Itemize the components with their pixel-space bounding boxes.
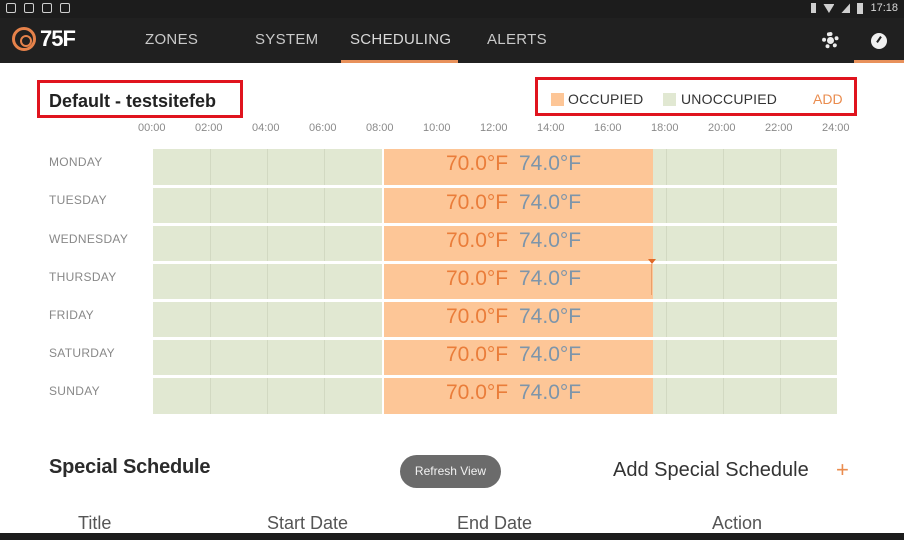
cooling-setpoint: 74.0°F: [519, 267, 582, 290]
bottom-nav-bar: [0, 533, 904, 540]
cooling-setpoint: 74.0°F: [519, 191, 582, 214]
occupied-block-thursday[interactable]: 70.0°F 74.0°F: [383, 264, 653, 300]
day-label-sunday: SUNDAY: [49, 384, 100, 398]
day-label-thursday: THURSDAY: [49, 270, 117, 284]
resize-handle-icon[interactable]: [648, 259, 656, 264]
dashboard-icon: [871, 33, 887, 49]
heating-setpoint: 70.0°F: [446, 305, 509, 328]
notification-n-icon: [24, 3, 34, 13]
row-separator: [153, 299, 837, 302]
sync-icon: [42, 3, 52, 13]
add-special-schedule-button[interactable]: Add Special Schedule: [613, 459, 809, 482]
occupied-swatch: [551, 93, 564, 106]
top-nav: 75F ZONES SYSTEM SCHEDULING ALERTS: [0, 18, 904, 63]
time-label: 06:00: [309, 122, 337, 134]
bluetooth-icon: [811, 3, 817, 13]
time-label: 16:00: [594, 122, 622, 134]
time-label: 18:00: [651, 122, 679, 134]
occupied-start-divider: [382, 149, 384, 414]
status-time: 17:18: [870, 2, 898, 14]
row-separator: [153, 375, 837, 378]
column-header-end-date: End Date: [457, 513, 533, 533]
heating-setpoint: 70.0°F: [446, 343, 509, 366]
occupied-block-tuesday[interactable]: 70.0°F 74.0°F: [383, 188, 653, 224]
time-label: 02:00: [195, 122, 223, 134]
heating-setpoint: 70.0°F: [446, 152, 509, 175]
time-label: 14:00: [537, 122, 565, 134]
cooling-setpoint: 74.0°F: [519, 305, 582, 328]
unoccupied-label: UNOCCUPIED: [681, 91, 778, 107]
day-label-wednesday: WEDNESDAY: [49, 232, 129, 246]
day-label-friday: FRIDAY: [49, 308, 94, 322]
occupied-block-friday[interactable]: 70.0°F 74.0°F: [383, 302, 653, 338]
plus-icon[interactable]: +: [836, 457, 849, 483]
logo: 75F: [12, 26, 76, 52]
schedule-legend: OCCUPIED UNOCCUPIED ADD: [535, 77, 857, 116]
day-label-saturday: SATURDAY: [49, 346, 115, 360]
column-header-action: Action: [712, 513, 763, 533]
logo-text: 75F: [40, 26, 76, 51]
cooling-setpoint: 74.0°F: [519, 381, 582, 404]
notification-icons: [6, 3, 70, 13]
occupied-block-monday[interactable]: 70.0°F 74.0°F: [383, 149, 653, 185]
refresh-view-button[interactable]: Refresh View: [400, 455, 501, 488]
heating-setpoint: 70.0°F: [446, 191, 509, 214]
time-label: 22:00: [765, 122, 793, 134]
tab-alerts[interactable]: ALERTS: [487, 31, 547, 48]
dashboard-button[interactable]: [854, 18, 904, 63]
time-label: 00:00: [138, 122, 166, 134]
tab-system[interactable]: SYSTEM: [255, 31, 318, 48]
resize-handle-line: [651, 264, 652, 295]
heating-setpoint: 70.0°F: [446, 381, 509, 404]
status-bar: 17:18: [0, 0, 904, 18]
dashboard-indicator: [854, 60, 904, 63]
row-separator: [153, 261, 837, 264]
heating-setpoint: 70.0°F: [446, 229, 509, 252]
occupied-block-saturday[interactable]: 70.0°F 74.0°F: [383, 340, 653, 376]
column-header-title: Title: [78, 513, 112, 533]
battery-icon: [857, 2, 864, 14]
cooling-setpoint: 74.0°F: [519, 152, 582, 175]
tab-zones[interactable]: ZONES: [145, 31, 198, 48]
signal-icon: [841, 3, 851, 13]
logo-mark-icon: [12, 27, 36, 51]
time-label: 20:00: [708, 122, 736, 134]
occupied-block-wednesday[interactable]: 70.0°F 74.0°F: [383, 226, 653, 262]
schedule-grid: 70.0°F 74.0°F 70.0°F 74.0°F 70.0°F 74.0°…: [153, 149, 837, 414]
wifi-icon: [823, 4, 835, 13]
cooling-setpoint: 74.0°F: [519, 343, 582, 366]
occupied-block-sunday[interactable]: 70.0°F 74.0°F: [383, 378, 653, 414]
schedule-name: Default - testsitefeb: [37, 80, 243, 118]
special-schedule-title: Special Schedule: [49, 456, 211, 478]
add-schedule-button[interactable]: ADD: [813, 91, 843, 107]
time-label: 12:00: [480, 122, 508, 134]
row-separator: [153, 223, 837, 226]
unoccupied-swatch: [663, 93, 676, 106]
tab-scheduling[interactable]: SCHEDULING: [350, 31, 451, 48]
time-label: 08:00: [366, 122, 394, 134]
system-icons: 17:18: [811, 2, 898, 14]
time-label: 04:00: [252, 122, 280, 134]
time-label: 24:00: [822, 122, 850, 134]
sim-card-icon: [60, 3, 70, 13]
row-separator: [153, 185, 837, 188]
heating-setpoint: 70.0°F: [446, 267, 509, 290]
time-label: 10:00: [423, 122, 451, 134]
cooling-setpoint: 74.0°F: [519, 229, 582, 252]
column-header-start-date: Start Date: [267, 513, 349, 533]
occupied-label: OCCUPIED: [568, 91, 644, 107]
cloud-icon: [6, 3, 16, 13]
day-label-monday: MONDAY: [49, 155, 103, 169]
row-separator: [153, 337, 837, 340]
day-label-tuesday: TUESDAY: [49, 193, 107, 207]
active-tab-indicator: [341, 60, 458, 63]
gear-icon[interactable]: [822, 32, 839, 49]
